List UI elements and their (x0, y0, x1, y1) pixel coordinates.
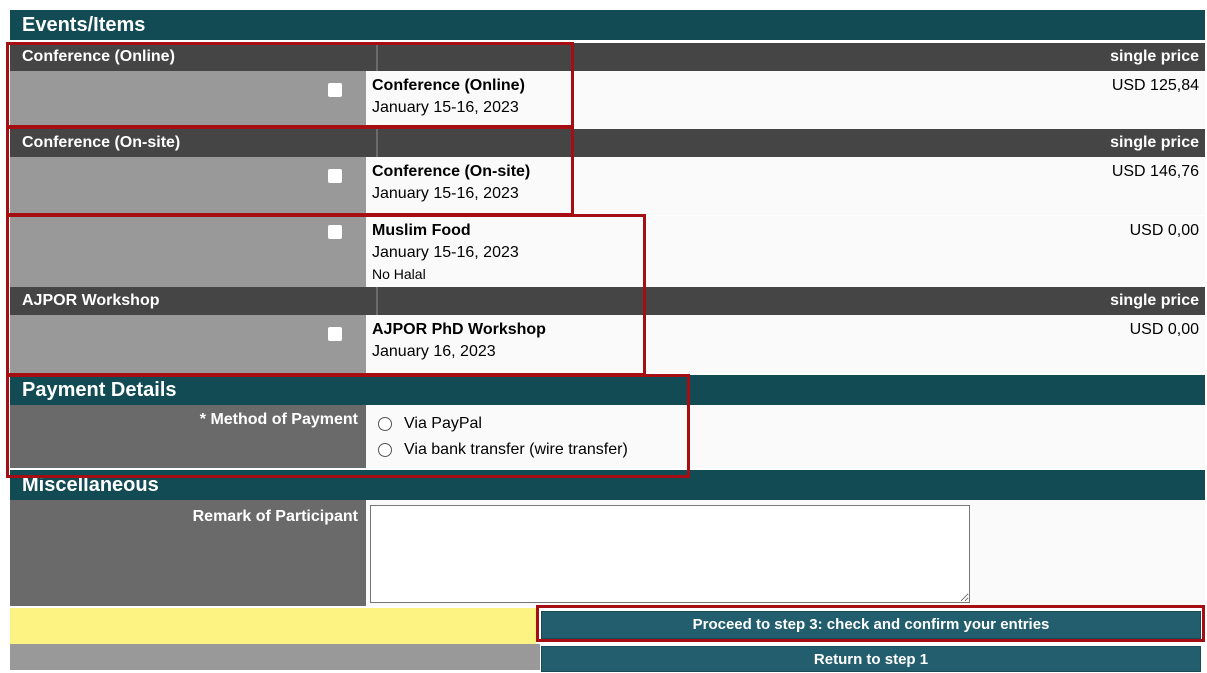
button-row-middle (366, 608, 536, 644)
price-header: single price (1110, 48, 1199, 65)
highlight-box (536, 605, 1205, 642)
remark-label: Remark of Participant (10, 500, 366, 606)
item-price: USD 125,84 (1111, 77, 1199, 94)
remark-cell (366, 500, 1205, 606)
events-section-header: Events/Items (10, 10, 1205, 40)
highlight-box (6, 214, 646, 376)
item-price: USD 146,76 (1111, 163, 1199, 180)
return-step1-button[interactable]: Return to step 1 (541, 646, 1201, 672)
highlight-box (6, 42, 574, 128)
remark-textarea[interactable] (370, 505, 970, 603)
highlight-box (6, 374, 690, 478)
price-header: single price (1110, 292, 1199, 309)
price-header: single price (1110, 134, 1199, 151)
bottom-row-left (10, 644, 540, 670)
events-section-title: Events/Items (22, 14, 146, 36)
item-price: USD 0,00 (1129, 321, 1199, 338)
highlight-box (6, 126, 574, 216)
button-row-left (10, 608, 366, 644)
item-price: USD 0,00 (1129, 222, 1199, 239)
